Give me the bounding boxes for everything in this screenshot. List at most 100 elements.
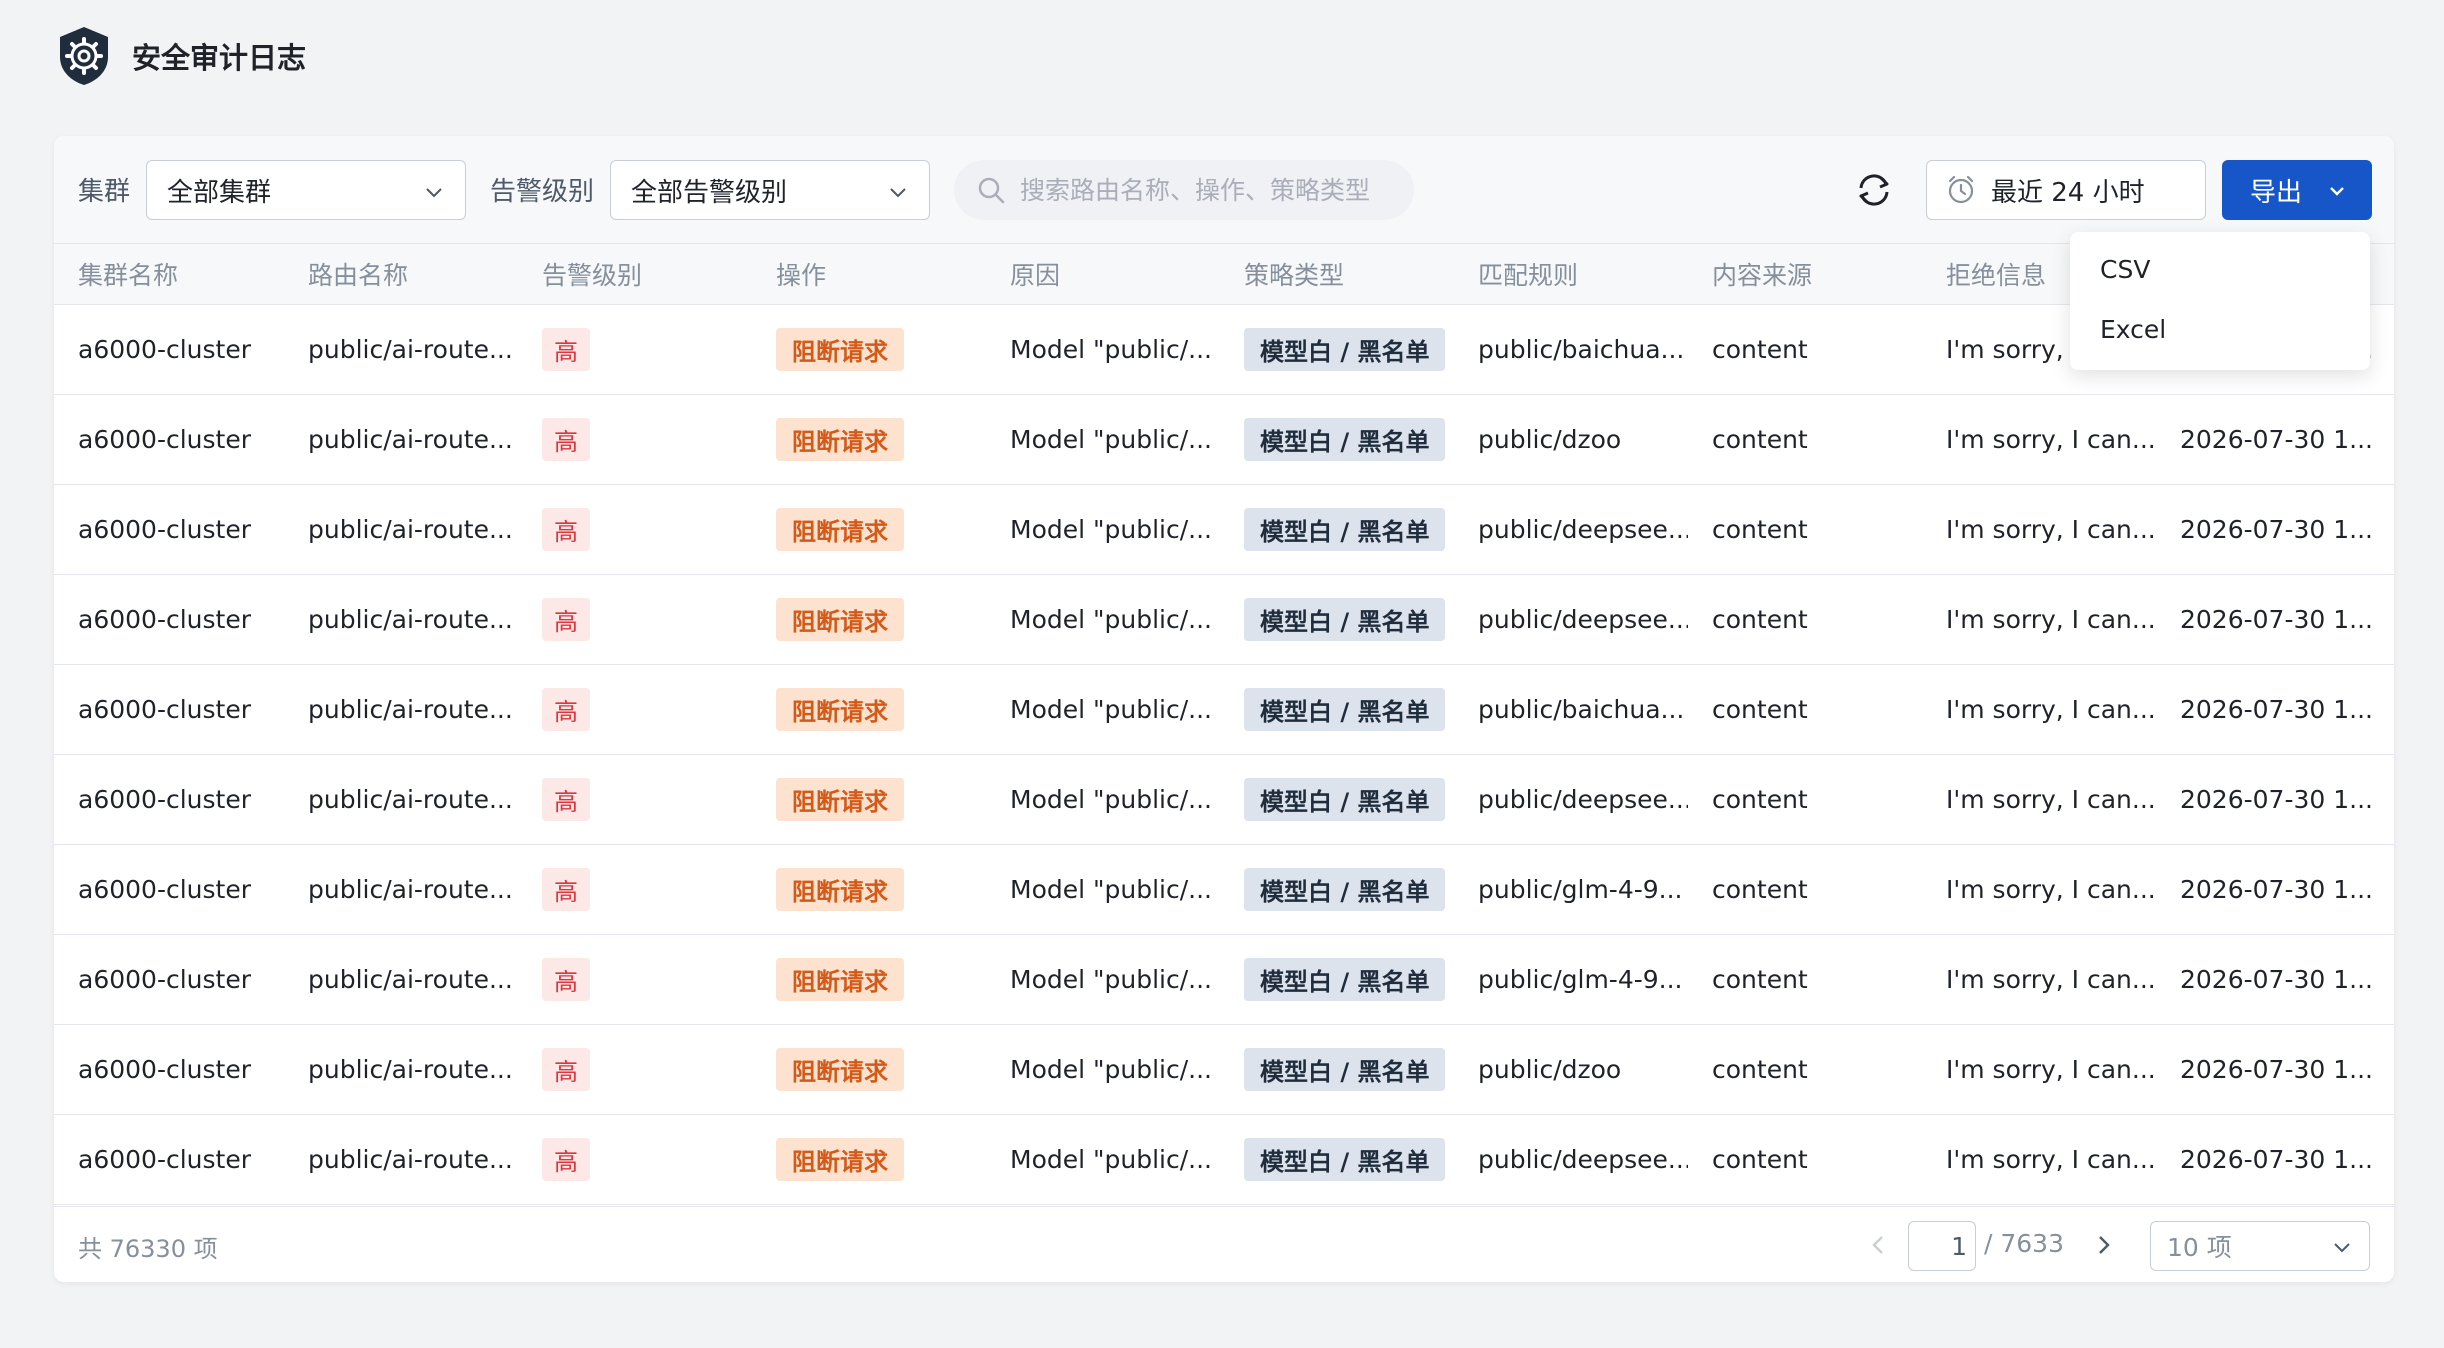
cell-source: content [1688, 304, 1922, 395]
cell-policy: 模型白 / 黑名单 [1220, 484, 1454, 575]
cell-source: content [1688, 574, 1922, 665]
cell-level: 高 [518, 664, 752, 755]
table-row[interactable]: a6000-cluster public/ai-route... 高 阻断请求 Mode… [54, 574, 2394, 665]
cell-policy: 模型白 / 黑名单 [1220, 1024, 1454, 1115]
cell-reject: I'm sorry, I can... [1922, 1114, 2156, 1205]
cell-reject: I'm sorry, I can... [1922, 484, 2156, 575]
cell-rule: public/deepsee... [1454, 484, 1688, 575]
table-row[interactable]: a6000-cluster public/ai-route... 高 阻断请求 Mode… [54, 664, 2394, 755]
cell-action: 阻断请求 [752, 934, 986, 1025]
action-tag: 阻断请求 [776, 327, 904, 371]
column-header[interactable]: 集群名称 [54, 244, 284, 305]
cell-action: 阻断请求 [752, 1114, 986, 1205]
cell-reason: Model "public/... [986, 844, 1220, 935]
page-number-input[interactable] [1908, 1221, 1976, 1271]
cell-reason: Model "public/... [986, 1114, 1220, 1205]
cell-source: content [1688, 664, 1922, 755]
level-select[interactable]: 全部告警级别 [610, 160, 930, 220]
table-row[interactable]: a6000-cluster public/ai-route... 高 阻断请求 Mode… [54, 844, 2394, 935]
table-row[interactable]: a6000-cluster public/ai-route... 高 阻断请求 Mode… [54, 754, 2394, 845]
cell-policy: 模型白 / 黑名单 [1220, 844, 1454, 935]
cell-source: content [1688, 934, 1922, 1025]
cell-action: 阻断请求 [752, 1024, 986, 1115]
level-tag: 高 [542, 597, 590, 641]
cell-route: public/ai-route... [284, 304, 518, 395]
cluster-select-value: 全部集群 [167, 177, 272, 208]
cell-level: 高 [518, 1114, 752, 1205]
cell-reject: I'm sorry, I can... [1922, 394, 2156, 485]
chevron-left-icon[interactable] [1864, 1231, 1892, 1259]
column-header[interactable]: 内容来源 [1688, 244, 1922, 305]
cell-cluster: a6000-cluster [54, 574, 284, 665]
action-tag: 阻断请求 [776, 777, 904, 821]
export-button[interactable]: 导出 [2222, 160, 2372, 220]
policy-tag: 模型白 / 黑名单 [1244, 1137, 1446, 1181]
column-header[interactable]: 路由名称 [284, 244, 518, 305]
column-header[interactable]: 匹配规则 [1454, 244, 1688, 305]
pagination-footer: 共 76330 项 / 7633 10 项 [54, 1206, 2394, 1282]
policy-tag: 模型白 / 黑名单 [1244, 867, 1446, 911]
column-header[interactable]: 原因 [986, 244, 1220, 305]
time-range-button[interactable]: 最近 24 小时 [1926, 160, 2206, 220]
table-row[interactable]: a6000-cluster public/ai-route... 高 阻断请求 Mode… [54, 394, 2394, 485]
cell-cluster: a6000-cluster [54, 1024, 284, 1115]
policy-tag: 模型白 / 黑名单 [1244, 687, 1446, 731]
cell-cluster: a6000-cluster [54, 304, 284, 395]
export-option-excel[interactable]: Excel [2070, 300, 2370, 360]
cell-reject: I'm sorry, I can... [1922, 754, 2156, 845]
cell-rule: public/baichua... [1454, 664, 1688, 755]
refresh-icon[interactable] [1850, 166, 1898, 214]
cell-rule: public/dzoo [1454, 1024, 1688, 1115]
cell-cluster: a6000-cluster [54, 664, 284, 755]
cell-time: 2026-07-30 1... [2156, 664, 2394, 755]
export-option-csv[interactable]: CSV [2070, 240, 2370, 300]
table-row[interactable]: a6000-cluster public/ai-route... 高 阻断请求 Mode… [54, 484, 2394, 575]
table-row[interactable]: a6000-cluster public/ai-route... 高 阻断请求 Mode… [54, 1114, 2394, 1205]
table-row[interactable]: a6000-cluster public/ai-route... 高 阻断请求 Mode… [54, 304, 2394, 395]
cell-source: content [1688, 844, 1922, 935]
cell-time: 2026-07-30 1... [2156, 484, 2394, 575]
cell-policy: 模型白 / 黑名单 [1220, 664, 1454, 755]
cell-route: public/ai-route... [284, 574, 518, 665]
column-header[interactable]: 操作 [752, 244, 986, 305]
search-box[interactable] [954, 160, 1414, 220]
cell-level: 高 [518, 304, 752, 395]
cell-reject: I'm sorry, I can... [1922, 1024, 2156, 1115]
cell-time: 2026-07-30 1... [2156, 844, 2394, 935]
cell-time: 2026-07-30 1... [2156, 754, 2394, 845]
filter-toolbar: 集群 全部集群 告警级别 全部告警级别 搜索路由名称、操作、策略类型 最近 24… [54, 136, 2394, 244]
level-filter-label: 告警级别 [490, 177, 595, 207]
chevron-right-icon[interactable] [2090, 1231, 2118, 1259]
cluster-select[interactable]: 全部集群 [146, 160, 466, 220]
column-header[interactable]: 告警级别 [518, 244, 752, 305]
cell-reason: Model "public/... [986, 664, 1220, 755]
cell-rule: public/deepsee... [1454, 1114, 1688, 1205]
cell-time: 2026-07-30 1... [2156, 934, 2394, 1025]
total-pages: / 7633 [1984, 1229, 2064, 1258]
table-row[interactable]: a6000-cluster public/ai-route... 高 阻断请求 Mode… [54, 934, 2394, 1025]
cell-action: 阻断请求 [752, 304, 986, 395]
policy-tag: 模型白 / 黑名单 [1244, 1047, 1446, 1091]
cell-route: public/ai-route... [284, 934, 518, 1025]
cell-cluster: a6000-cluster [54, 394, 284, 485]
cell-policy: 模型白 / 黑名单 [1220, 574, 1454, 665]
level-tag: 高 [542, 687, 590, 731]
search-input[interactable] [1020, 175, 1400, 205]
cell-rule: public/glm-4-9... [1454, 844, 1688, 935]
cell-level: 高 [518, 574, 752, 665]
level-tag: 高 [542, 1137, 590, 1181]
cell-level: 高 [518, 484, 752, 575]
level-tag: 高 [542, 327, 590, 371]
column-header[interactable]: 策略类型 [1220, 244, 1454, 305]
top-bar: 安全审计日志 [0, 0, 2444, 112]
cell-level: 高 [518, 934, 752, 1025]
cell-policy: 模型白 / 黑名单 [1220, 934, 1454, 1025]
cell-rule: public/deepsee... [1454, 574, 1688, 665]
time-range-label: 最近 24 小时 [1991, 177, 2145, 208]
table-row[interactable]: a6000-cluster public/ai-route... 高 阻断请求 Mode… [54, 1024, 2394, 1115]
cell-action: 阻断请求 [752, 844, 986, 935]
cell-route: public/ai-route... [284, 1024, 518, 1115]
level-tag: 高 [542, 867, 590, 911]
page-size-select[interactable]: 10 项 [2150, 1221, 2370, 1271]
cell-policy: 模型白 / 黑名单 [1220, 394, 1454, 485]
